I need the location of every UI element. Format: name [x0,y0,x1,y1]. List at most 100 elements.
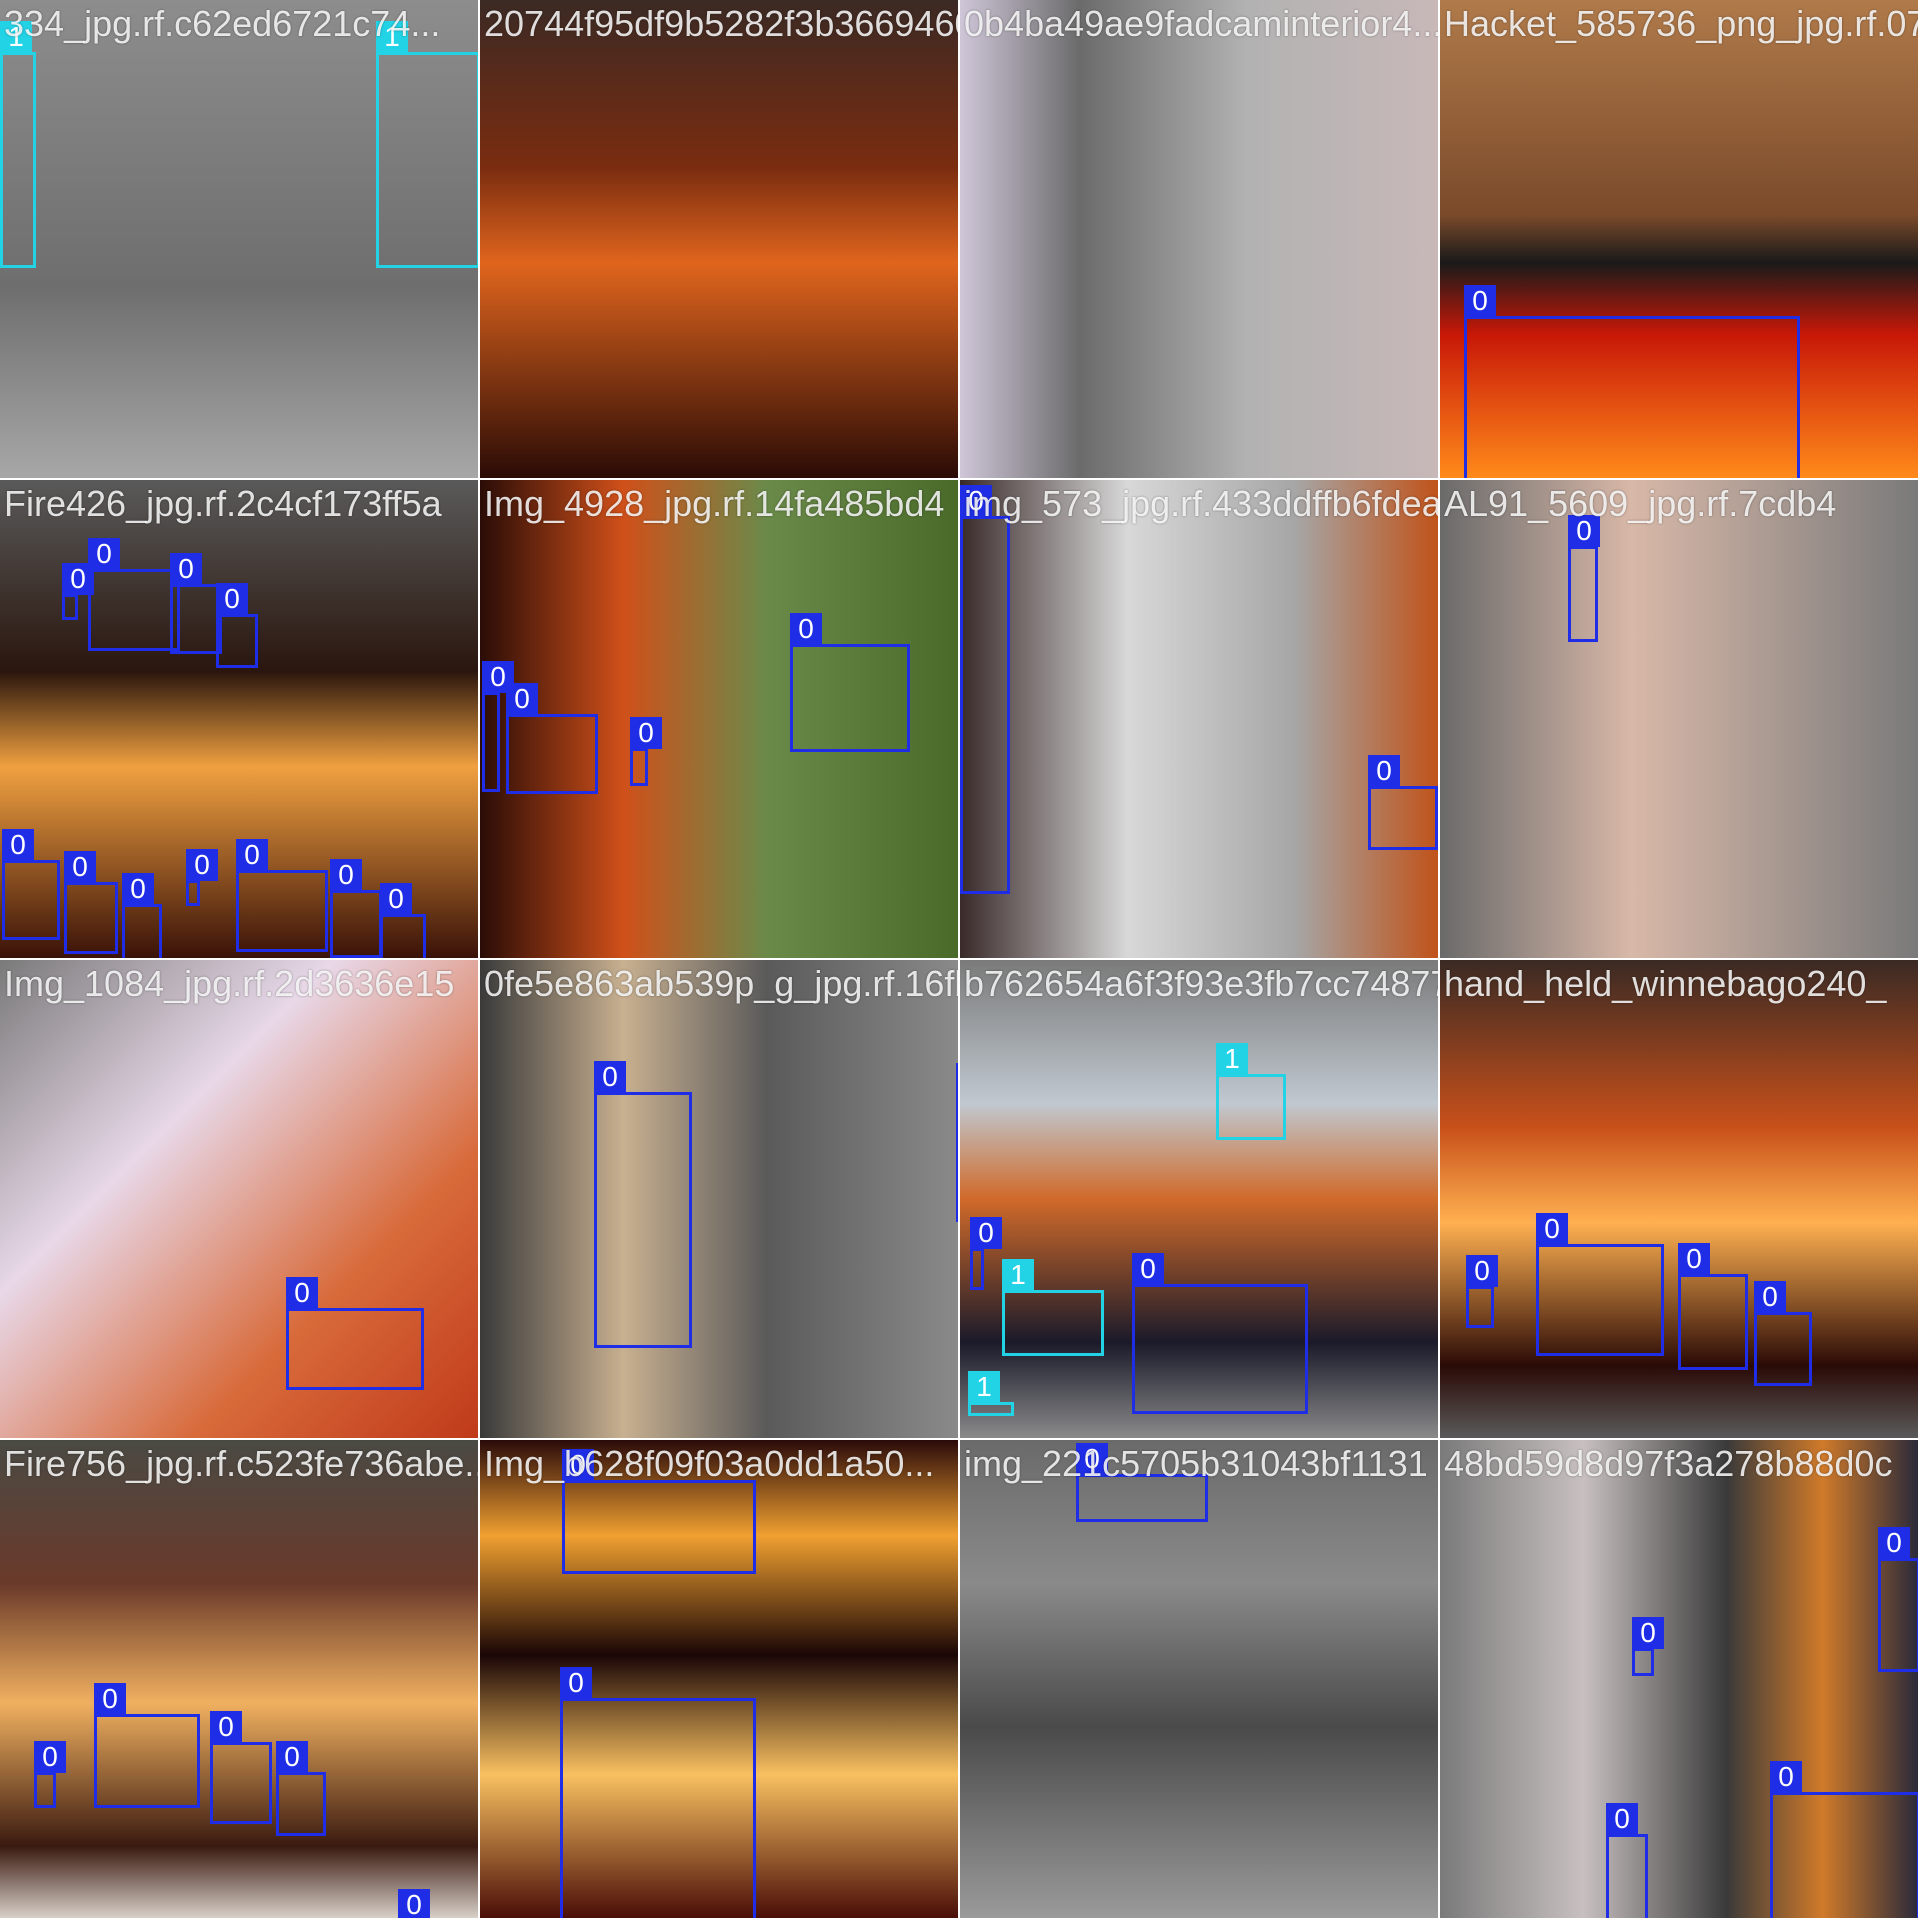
detection-box-class-0: 0 [64,851,118,954]
class-label: 0 [506,683,538,715]
class-label: 0 [2,829,34,861]
class-label: 0 [330,859,362,891]
detection-box-class-0: 0 [34,1741,66,1808]
detection-box-class-0: 0 [122,873,162,958]
detection-box-class-0: 0 [330,859,382,958]
class-label: 0 [210,1711,242,1743]
detection-box-class-0: 0 [560,1667,756,1918]
detection-box-class-0: 0 [970,1217,1002,1290]
class-label: 0 [34,1741,66,1773]
tile-filename: Fire756_jpg.rf.c523fe736abe... [4,1443,480,1484]
class-label: 1 [1216,1043,1248,1075]
class-label: 0 [970,1217,1002,1249]
detection-box-class-0: 0 [170,553,222,654]
detection-box-class-1: 1 [0,21,36,268]
tile-filename: Img_4928_jpg.rf.14fa485bd4 [484,483,945,524]
mosaic-tile-5: Fire426_jpg.rf.2c4cf173ff5a 0 0 0 0 0 0 0 0 0 0 0 [0,480,480,960]
class-label: 0 [62,563,94,595]
detection-box-class-0: 0 [482,661,514,792]
mosaic-tile-1: 334_jpg.rf.c62ed6721c74...111 [0,0,480,480]
detection-box-class-0: 0 [1536,1213,1664,1356]
mosaic-tile-14: Img_b628f09f03a0dd1a50... 0 0 [480,1440,960,1920]
detection-box-class-1: 1 [1216,1043,1286,1140]
class-label: 0 [1368,755,1400,787]
class-label: 0 [1606,1803,1638,1835]
detection-box-class-0: 0 [960,485,1010,894]
detection-box-class-0: 0 [1754,1281,1812,1386]
class-label: 0 [1632,1617,1664,1649]
detection-box-class-0: 0 [1678,1243,1748,1370]
detection-box-class-0: 0 [630,717,662,786]
class-label: 0 [186,849,218,881]
detection-box-class-1: 1 [1002,1259,1104,1356]
class-label: 0 [170,553,202,585]
detection-box-class-0: 0 [276,1741,326,1836]
detection-box-class-0: 0 [1878,1527,1918,1672]
detection-box-class-0: 0 [1568,515,1600,642]
mosaic-tile-10: 0fe5e863ab539p_g_jpg.rf.16fb...00 [480,960,960,1440]
class-label: 0 [380,883,412,915]
tile-filename: img_573_jpg.rf.433ddffb6fdea [964,483,1440,524]
tile-filename: img_221c5705b31043bf1131 [964,1443,1428,1484]
detection-box-class-0: 0 [62,563,94,620]
detection-box-class-0: 0 [506,683,598,794]
class-label: 0 [1678,1243,1710,1275]
mosaic-tile-4: Hacket_585736_png_jpg.rf.0700 [1440,0,1920,480]
class-label: 0 [1466,1255,1498,1287]
detection-box-class-1: 1 [968,1371,1014,1416]
tile-filename: Fire426_jpg.rf.2c4cf173ff5a [4,483,442,524]
class-label: 1 [968,1371,1000,1403]
class-label: 0 [94,1683,126,1715]
mosaic-tile-16: 48bd59d8d97f3a278b88d0c 0 0 0 0 [1440,1440,1920,1920]
tile-filename: Hacket_585736_png_jpg.rf.07 [1444,3,1920,44]
detection-box-class-0: 0 [94,1683,200,1808]
class-label: 0 [1878,1527,1910,1559]
detection-box-class-0: 0 [1132,1253,1308,1414]
class-label: 0 [1464,285,1496,317]
mosaic-tile-15: img_221c5705b31043bf1131 0 [960,1440,1440,1920]
class-label: 0 [286,1277,318,1309]
mosaic-tile-7: img_573_jpg.rf.433ddffb6fdea 0 0 [960,480,1440,960]
class-label: 0 [594,1061,626,1093]
detection-box-class-0: 0 [1606,1803,1648,1918]
mosaic-tile-3: 0b4ba49ae9fadcaminterior4...0 [960,0,1440,480]
detection-box-class-0: 0 [1466,1255,1498,1328]
detection-box-class-0: 0 [1770,1761,1918,1918]
class-label: 0 [236,839,268,871]
tile-filename: 0fe5e863ab539p_g_jpg.rf.16fb... [484,963,960,1004]
class-label: 0 [1770,1761,1802,1793]
tile-filename: 48bd59d8d97f3a278b88d0c [1444,1443,1893,1484]
mosaic-tile-9: Img_1084_jpg.rf.2d3636e15 0 [0,960,480,1440]
tile-filename: 0b4ba49ae9fadcaminterior4... [964,3,1440,44]
mosaic-tile-13: Fire756_jpg.rf.c523fe736abe... 0 0 0 0 0 [0,1440,480,1920]
detection-box-class-0: 0 [790,613,910,752]
detection-box-class-0: 0 [186,849,218,906]
class-label: 0 [560,1667,592,1699]
detection-box-class-0: 0 [594,1061,692,1348]
detection-box-class-0: 0 [216,583,258,668]
detection-box-class-0: 0 [286,1277,424,1390]
mosaic-tile-11: b762654a6f3f93e3fb7cc74877f64045410101 [960,960,1440,1440]
detection-box-class-0: 0 [562,1449,756,1574]
class-label: 0 [1132,1253,1164,1285]
tile-filename: Img_b628f09f03a0dd1a50... [484,1443,935,1484]
detection-box-class-0: 0 [1464,285,1800,478]
tile-filename: Img_1084_jpg.rf.2d3636e15 [4,963,455,1004]
class-label: 0 [790,613,822,645]
mosaic-tile-8: AL91_5609_jpg.rf.7cdb4 0 [1440,480,1920,960]
class-label: 0 [64,851,96,883]
class-label: 1 [1002,1259,1034,1291]
mosaic-tile-12: hand_held_winnebago240_ 0 0 0 0 [1440,960,1920,1440]
detection-box-class-0: 0 [1368,755,1438,850]
class-label: 0 [1536,1213,1568,1245]
tile-filename: hand_held_winnebago240_ [1444,963,1887,1004]
detection-box-class-0: 0 [236,839,328,952]
detection-box-class-0: 0 [88,538,180,651]
tile-filename: AL91_5609_jpg.rf.7cdb4 [1444,483,1837,524]
detection-box-class-0: 0 [380,883,426,958]
detection-box-class-0: 0 [210,1711,272,1824]
mosaic-tile-6: Img_4928_jpg.rf.14fa485bd4 0 0 0 0 [480,480,960,960]
class-label: 0 [122,873,154,905]
class-label: 0 [216,583,248,615]
class-label: 0 [1754,1281,1786,1313]
